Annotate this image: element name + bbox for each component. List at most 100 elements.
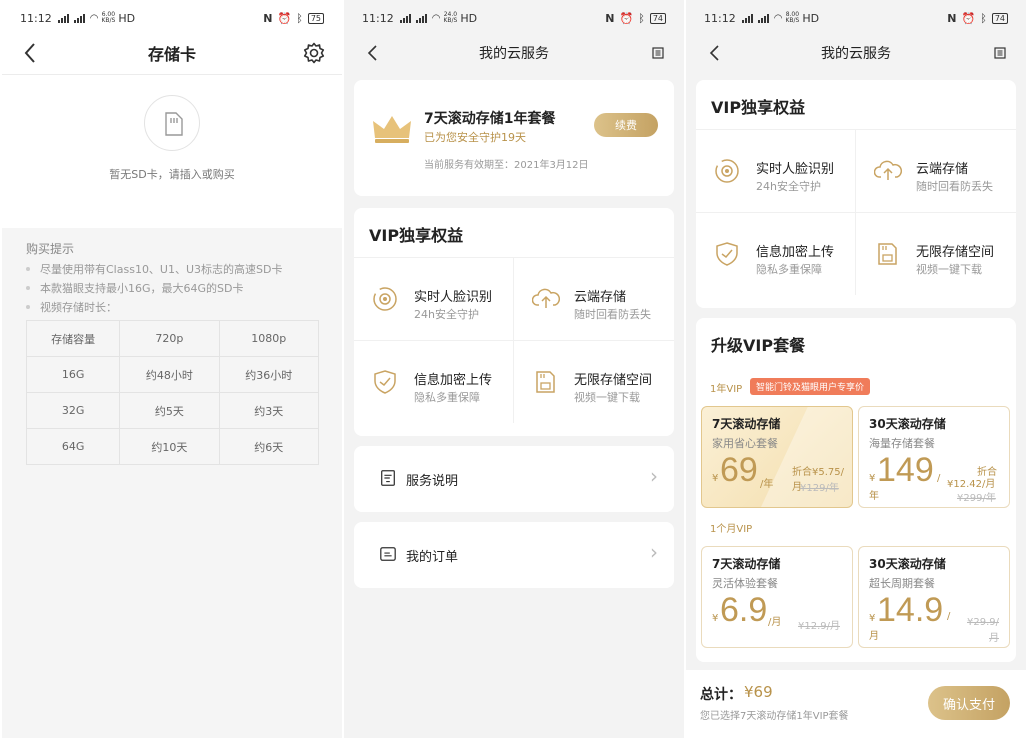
renew-button[interactable]: 续费	[594, 113, 658, 137]
confirm-pay-button[interactable]: 确认支付	[928, 686, 1010, 720]
service-description-link[interactable]: 服务说明 ›	[354, 446, 674, 512]
page-title: 存储卡	[147, 45, 196, 64]
checkout-bar: 总计： ¥69 您已选择7天滚动存储1年VIP套餐 确认支付	[686, 670, 1026, 738]
expiry-text: 当前服务有效期至：2021年3月12日	[424, 160, 589, 171]
benefit-title: 无限存储空间	[916, 245, 995, 260]
wifi-icon: ◠	[773, 12, 783, 24]
bluetooth-icon: ᛒ	[638, 11, 645, 25]
benefit-sub: 随时回看防丢失	[916, 180, 993, 193]
network-speed: 8.00 KB/S	[785, 11, 800, 24]
package-option[interactable]: 30天滚动存储 海量存储套餐 ¥ 149 / 年 折合 ¥12.42/月 ¥29…	[858, 406, 1010, 508]
plan-name: 7天滚动存储1年套餐	[424, 111, 556, 127]
benefit-unlimited-storage: 无限存储空间 视频一键下载	[856, 212, 1016, 295]
table-cell: 64G	[25, 428, 121, 465]
benefit-encrypted-upload: 信息加密上传 隐私多重保障	[354, 340, 514, 423]
section-title: VIP独享权益	[711, 98, 806, 117]
upgrade-packages-card: 升级VIP套餐 1年VIP 智能门铃及猫眼用户专享价 7天滚动存储 家用省心套餐…	[696, 318, 1016, 662]
package-option[interactable]: 30天滚动存储 超长周期套餐 ¥ 14.9 / 月 ¥29.9/ 月	[858, 546, 1010, 648]
benefit-encrypted-upload: 信息加密上传 隐私多重保障	[696, 212, 856, 295]
total-label: 总计：	[700, 687, 742, 703]
bluetooth-icon: ᛒ	[980, 11, 987, 25]
signal-icon	[399, 13, 411, 23]
benefit-sub: 24h安全守护	[414, 308, 479, 321]
table-row: 16G 约48小时 约36小时	[25, 356, 320, 393]
cloud-upload-icon	[874, 160, 902, 180]
storage-card-icon	[536, 371, 555, 393]
back-arrow-icon[interactable]	[20, 41, 42, 65]
tip-item: 视频存储时长：	[26, 299, 117, 315]
benefit-title: 信息加密上传	[414, 373, 493, 388]
benefit-title: 信息加密上传	[756, 245, 835, 260]
benefit-cloud-storage: 云端存储 随时回看防丢失	[514, 257, 674, 340]
face-recognition-icon	[373, 287, 397, 311]
package-option[interactable]: 7天滚动存储 灵活体验套餐 ¥ 6.9 /月 ¥12.9/月	[701, 546, 853, 648]
shield-check-icon	[374, 370, 396, 394]
package-desc: 超长周期套餐	[869, 577, 935, 590]
battery-icon: 75	[307, 12, 324, 24]
price-unit: /	[937, 473, 941, 484]
shield-check-icon	[716, 242, 738, 266]
section-title: 升级VIP套餐	[711, 336, 806, 355]
wifi-icon: ◠	[431, 12, 441, 24]
status-time: 11:12	[20, 11, 52, 25]
package-desc: 家用省心套餐	[712, 437, 778, 450]
package-option[interactable]: 7天滚动存储 家用省心套餐 ¥ 69 /年 折合¥5.75/月 ¥129/年	[701, 406, 853, 508]
nfc-icon: N	[605, 11, 615, 25]
battery-icon: 74	[991, 12, 1008, 24]
package-price: 149	[877, 451, 934, 489]
tips-title: 购买提示	[26, 242, 75, 256]
back-arrow-icon[interactable]	[704, 41, 726, 65]
package-name: 30天滚动存储	[869, 417, 946, 431]
benefit-title: 实时人脸识别	[414, 290, 493, 305]
upgrade-vip-screen: 11:12 ◠ 8.00 KB/S HD N ⏰ ᛒ 74 我的云服务 VIP独…	[686, 0, 1026, 738]
package-price: 69	[720, 451, 758, 489]
nav-bar: 我的云服务	[686, 36, 1026, 70]
original-price: ¥299/年	[957, 493, 996, 504]
bluetooth-icon: ᛒ	[296, 11, 303, 25]
alarm-icon: ⏰	[961, 11, 976, 25]
back-arrow-icon[interactable]	[362, 41, 384, 65]
hd-label: HD	[802, 11, 820, 25]
settings-gear-icon[interactable]	[302, 41, 326, 65]
page-title: 我的云服务	[821, 46, 891, 62]
table-cell: 约3天	[218, 392, 320, 429]
network-speed: 6.00 KB/S	[101, 11, 116, 24]
hd-label: HD	[460, 11, 478, 25]
battery-icon: 74	[649, 12, 666, 24]
benefit-title: 云端存储	[916, 162, 969, 177]
original-price: 月	[989, 633, 999, 644]
currency-symbol: ¥	[712, 613, 719, 624]
my-orders-link[interactable]: 我的订单 ›	[354, 522, 674, 588]
price-unit: /月	[768, 617, 782, 628]
year-vip-label: 1年VIP	[710, 384, 743, 395]
status-bar: 11:12 ◠ 24.0 KB/S HD N ⏰ ᛒ 74	[344, 0, 684, 36]
nav-bar: 我的云服务	[344, 36, 684, 70]
link-label: 我的订单	[406, 550, 459, 565]
network-speed: 24.0 KB/S	[443, 11, 458, 24]
sd-card-screen: 11:12 ◠ 6.00 KB/S HD N ⏰ ᛒ 75 存储卡 暂无SD卡，…	[2, 0, 342, 738]
original-price: ¥12.9/月	[798, 621, 840, 632]
package-desc: 灵活体验套餐	[712, 577, 778, 590]
package-name: 7天滚动存储	[712, 417, 781, 431]
package-price: 14.9	[877, 591, 944, 629]
benefit-title: 实时人脸识别	[756, 162, 835, 177]
table-cell: 约5天	[119, 392, 220, 429]
currency-symbol: ¥	[712, 473, 719, 484]
table-header: 存储容量	[25, 320, 121, 357]
vip-benefits-card: VIP独享权益 实时人脸识别 24h安全守护 云端存储 随时回看防丢失 信息加密…	[696, 80, 1016, 308]
benefit-sub: 隐私多重保障	[414, 391, 480, 404]
status-time: 11:12	[704, 11, 736, 25]
currency-symbol: ¥	[869, 473, 876, 484]
cloud-upload-icon	[532, 288, 560, 308]
menu-list-icon[interactable]	[992, 45, 1008, 61]
table-cell: 约10天	[119, 428, 220, 465]
table-header-row: 存储容量 720p 1080p	[25, 320, 320, 357]
storage-duration-table: 存储容量 720p 1080p 16G 约48小时 约36小时 32G 约5天 …	[25, 320, 320, 465]
nfc-icon: N	[947, 11, 957, 25]
price-unit: 年	[869, 491, 879, 502]
hd-label: HD	[118, 11, 136, 25]
table-header: 720p	[119, 320, 220, 357]
wifi-icon: ◠	[89, 12, 99, 24]
benefit-sub: 隐私多重保障	[756, 263, 822, 276]
menu-list-icon[interactable]	[650, 45, 666, 61]
